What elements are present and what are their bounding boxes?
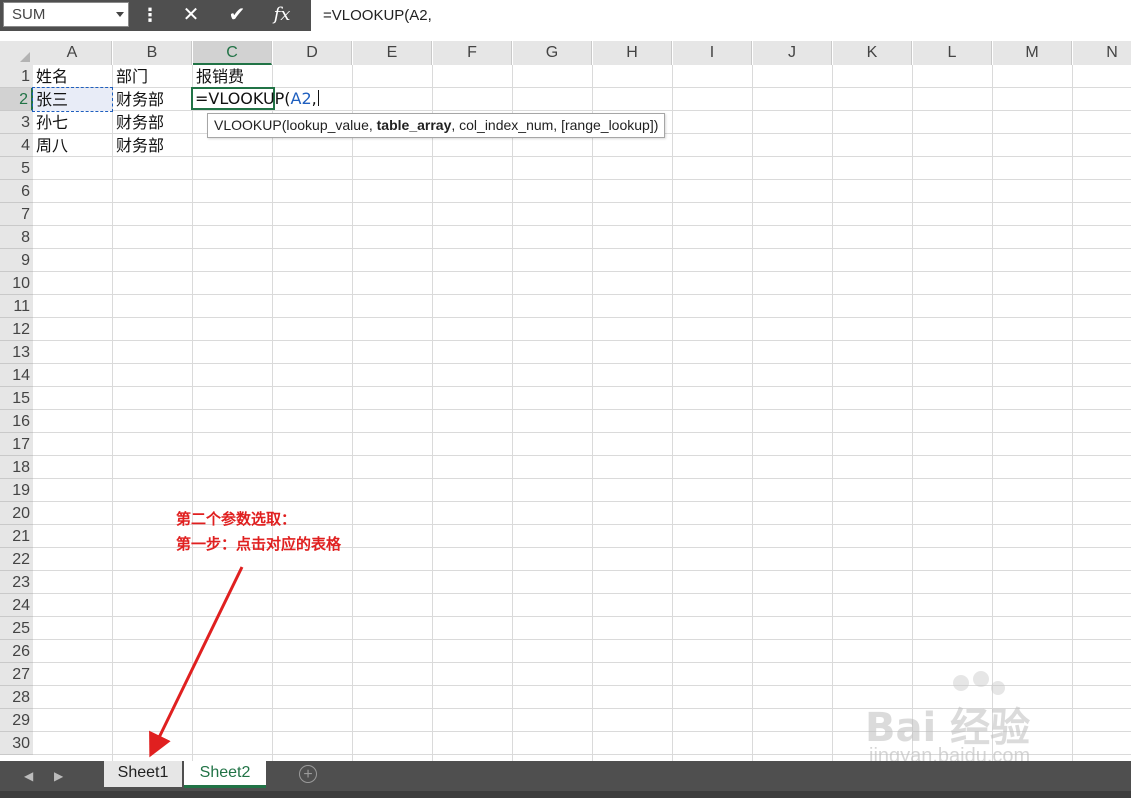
row-header-26[interactable]: 26 [0,640,33,663]
cell-c2-editing[interactable]: =VLOOKUP(A2, [191,87,319,110]
tooltip-current-arg[interactable]: table_array [377,117,452,133]
cancel-button[interactable]: ✕ [172,2,210,28]
row-header-16[interactable]: 16 [0,410,33,433]
cell-b1[interactable]: 部门 [113,65,192,88]
row-header-12[interactable]: 12 [0,318,33,341]
formula-bar: SUM ⋮ ✕ ✔ fx =VLOOKUP(A2, [0,0,1131,31]
name-box[interactable]: SUM [3,2,129,27]
cell-a3[interactable]: 孙七 [33,111,112,134]
row-header-10[interactable]: 10 [0,272,33,295]
tooltip-before: VLOOKUP(lookup_value, [214,117,377,133]
row-header-4[interactable]: 4 [0,134,33,157]
spreadsheet-grid: ABCDEFGHIJKLMN 1 2 3 4 5 6 7 8 9 10 11 12 13 14 15 16 17… [0,31,1131,761]
row-header-20[interactable]: 20 [0,502,33,525]
tab-sheet1[interactable]: Sheet1 [104,761,182,787]
cell-b2[interactable]: 财务部 [113,88,192,111]
row-header-9[interactable]: 9 [0,249,33,272]
function-tooltip: VLOOKUP(lookup_value, table_array, col_i… [207,113,666,138]
tab-sheet2[interactable]: Sheet2 [184,761,266,788]
column-header-c[interactable]: C [193,41,272,65]
row-header-6[interactable]: 6 [0,180,33,203]
watermark: Bai 经验 jingyan.baidu.com [865,671,1085,775]
cell-a4[interactable]: 周八 [33,134,112,157]
status-bar [0,791,1131,798]
row-header-15[interactable]: 15 [0,387,33,410]
row-header-25[interactable]: 25 [0,617,33,640]
formula-prefix: =VLOOKUP( [195,89,291,108]
row-header-29[interactable]: 29 [0,709,33,732]
row-header-1[interactable]: 1 [0,65,33,88]
formula-suffix: , [311,89,317,108]
paw-toe-icon [973,671,989,687]
formula-reference: A2 [290,89,312,108]
row-header-27[interactable]: 27 [0,663,33,686]
row-header-21[interactable]: 21 [0,525,33,548]
scroll-left-icon[interactable]: ◀ [24,769,33,783]
column-header-d[interactable]: D [273,41,352,65]
paw-toe-icon [991,681,1005,695]
column-header-m[interactable]: M [993,41,1072,65]
column-header-a[interactable]: A [33,41,112,65]
more-vertical-icon[interactable]: ⋮ [140,4,160,26]
cell-area[interactable]: 姓名 部门 报销费 张三 财务部 =VLOOKUP(A2, 孙七 财务部 周八 … [32,65,1131,761]
row-header-7[interactable]: 7 [0,203,33,226]
row-header-28[interactable]: 28 [0,686,33,709]
column-header-h[interactable]: H [593,41,672,65]
paw-toe-icon [953,675,969,691]
text-caret [317,90,319,106]
insert-function-button[interactable]: fx [263,2,301,28]
select-all-button[interactable] [0,41,33,65]
close-icon: ✕ [182,4,200,26]
column-header-b[interactable]: B [113,41,192,65]
column-header-f[interactable]: F [433,41,512,65]
column-header-j[interactable]: J [753,41,832,65]
row-header-24[interactable]: 24 [0,594,33,617]
name-box-value: SUM [12,6,46,23]
column-headers: ABCDEFGHIJKLMN [33,41,1131,65]
formula-text: =VLOOKUP(A2, [323,7,432,24]
column-header-e[interactable]: E [353,41,432,65]
column-header-l[interactable]: L [913,41,992,65]
column-header-n[interactable]: N [1073,41,1131,65]
enter-button[interactable]: ✔ [218,2,256,28]
cell-a1[interactable]: 姓名 [33,65,112,88]
row-header-8[interactable]: 8 [0,226,33,249]
annotation-line-1: 第二个参数选取： [176,510,297,528]
scroll-right-icon[interactable]: ▶ [54,769,63,783]
annotation-line-2: 第一步：点击对应的表格 [176,535,342,553]
row-header-23[interactable]: 23 [0,571,33,594]
column-header-g[interactable]: G [513,41,592,65]
sheet-tab-bar: ◀ ▶ Sheet1 Sheet2 + [0,761,1131,791]
cell-b4[interactable]: 财务部 [113,134,192,157]
column-header-k[interactable]: K [833,41,912,65]
row-header-17[interactable]: 17 [0,433,33,456]
cell-c1[interactable]: 报销费 [193,65,272,88]
row-header-3[interactable]: 3 [0,111,33,134]
add-sheet-icon[interactable]: + [299,765,317,783]
row-header-13[interactable]: 13 [0,341,33,364]
cell-b3[interactable]: 财务部 [113,111,192,134]
tooltip-after: , col_index_num, [range_lookup]) [451,117,659,133]
row-header-18[interactable]: 18 [0,456,33,479]
cell-a2[interactable]: 张三 [32,87,113,112]
row-header-30[interactable]: 30 [0,732,33,755]
fx-icon: fx [273,4,291,25]
select-all-icon [20,52,30,62]
formula-input[interactable]: =VLOOKUP(A2, [311,0,1131,31]
row-header-14[interactable]: 14 [0,364,33,387]
row-header-5[interactable]: 5 [0,157,33,180]
row-header-22[interactable]: 22 [0,548,33,571]
row-header-19[interactable]: 19 [0,479,33,502]
row-header-11[interactable]: 11 [0,295,33,318]
row-header-2[interactable]: 2 [0,88,33,111]
column-header-i[interactable]: I [673,41,752,65]
chevron-down-icon[interactable] [116,12,124,17]
check-icon: ✔ [228,4,246,26]
